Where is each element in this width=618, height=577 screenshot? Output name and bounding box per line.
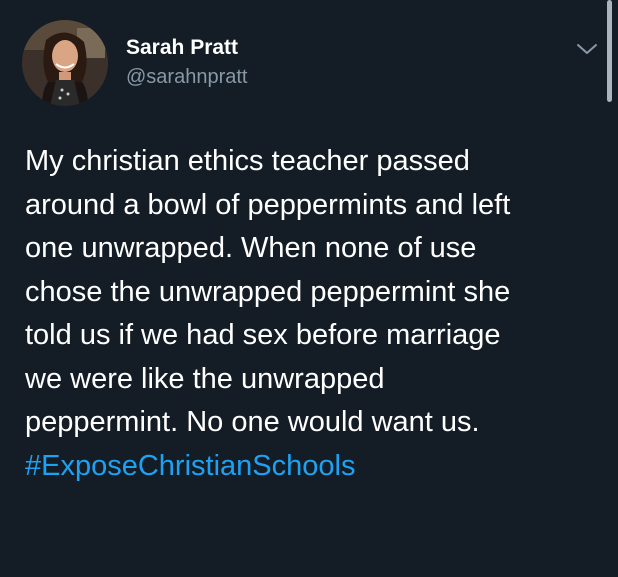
tweet-text-line: around a bowl of peppermints and left bbox=[25, 188, 511, 221]
display-name[interactable]: Sarah Pratt bbox=[126, 36, 238, 60]
scrollbar[interactable] bbox=[607, 0, 612, 102]
tweet-card: Sarah Pratt @sarahnpratt My christian et… bbox=[0, 0, 618, 577]
user-handle[interactable]: @sarahnpratt bbox=[126, 66, 247, 89]
avatar[interactable] bbox=[22, 20, 108, 106]
tweet-text: My christian ethics teacher passed aroun… bbox=[25, 140, 600, 488]
chevron-down-icon bbox=[577, 44, 597, 54]
tweet-text-line: we were like the unwrapped bbox=[25, 362, 385, 395]
hashtag-link[interactable]: #ExposeChristianSchools bbox=[25, 445, 600, 489]
tweet-text-line: My christian ethics teacher passed bbox=[25, 145, 470, 177]
profile-photo-icon bbox=[22, 20, 108, 106]
tweet-text-line: peppermint. No one would want us. bbox=[25, 406, 480, 438]
tweet-header: Sarah Pratt @sarahnpratt bbox=[22, 20, 597, 110]
tweet-text-line: told us if we had sex before marriage bbox=[25, 319, 501, 351]
tweet-menu-button[interactable] bbox=[574, 40, 600, 58]
tweet-text-line: one unwrapped. When none of use bbox=[25, 232, 477, 264]
tweet-text-line: chose the unwrapped peppermint she bbox=[25, 275, 511, 308]
